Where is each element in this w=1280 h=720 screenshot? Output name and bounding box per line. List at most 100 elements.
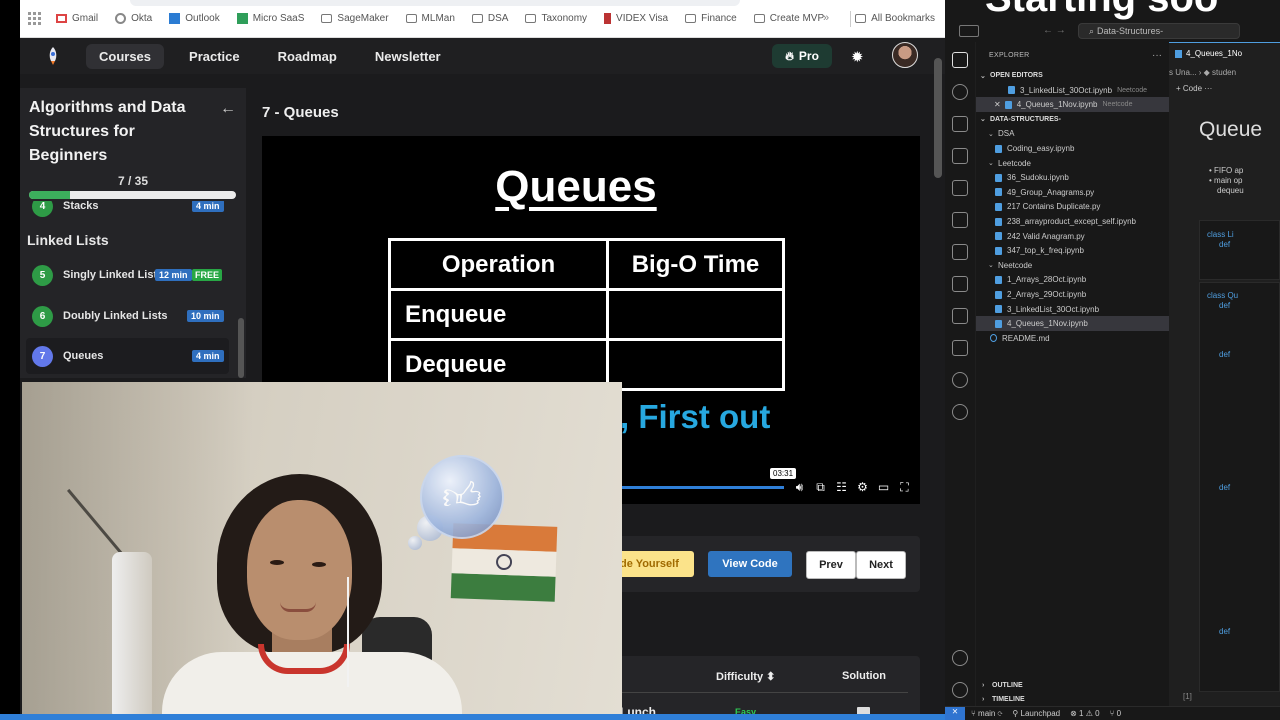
file-tree-item[interactable]: Coding_easy.ipynb xyxy=(976,141,1169,156)
problems-status[interactable]: ⊗ 1 ⚠ 0 xyxy=(1070,709,1099,718)
folder-tree-item[interactable]: ⌄ Leetcode xyxy=(976,156,1169,171)
person-face xyxy=(247,500,352,640)
bookmark-dsa[interactable]: DSA xyxy=(471,13,508,24)
testing-icon[interactable] xyxy=(952,244,968,260)
captions-icon[interactable]: ⧉ xyxy=(814,480,827,495)
close-icon[interactable]: ✕ xyxy=(994,100,1001,109)
apps-icon[interactable] xyxy=(28,11,42,26)
smile xyxy=(280,602,316,612)
all-bookmarks-button[interactable]: All Bookmarks xyxy=(855,13,935,24)
more-actions-icon[interactable]: ··· xyxy=(1152,50,1162,61)
more-bookmarks-button[interactable]: » xyxy=(823,12,829,24)
pip-icon[interactable]: ▭ xyxy=(877,480,890,495)
file-tree-item[interactable]: README.md xyxy=(976,331,1169,346)
lesson-item[interactable]: 4 Stacks 4 min xyxy=(26,201,229,224)
transcript-icon[interactable]: ☷ xyxy=(835,480,848,495)
volume-icon[interactable]: 🔊︎ xyxy=(793,480,806,495)
video-progress-bar[interactable] xyxy=(620,486,784,489)
add-code-cell-button[interactable]: + Code ··· xyxy=(1176,84,1212,93)
file-tree-item[interactable]: 2_Arrays_29Oct.ipynb xyxy=(976,287,1169,302)
duration-badge: 12 min xyxy=(155,269,192,281)
rocket-logo-icon[interactable] xyxy=(42,45,64,67)
folder-icon xyxy=(471,14,483,23)
bookmark-mlman[interactable]: MLMan xyxy=(405,13,455,24)
git-graph-icon[interactable] xyxy=(952,372,968,388)
lesson-item[interactable]: 6 Doubly Linked Lists 10 min xyxy=(26,298,229,334)
bookmark-taxonomy[interactable]: Taxonomy xyxy=(525,13,587,24)
folder-tree-item[interactable]: ⌄ DATA-STRUCTURES- xyxy=(976,112,1169,127)
nav-courses[interactable]: Courses xyxy=(86,43,165,69)
bookmark-outlook[interactable]: Outlook xyxy=(169,13,220,24)
bookmark-sagemaker[interactable]: SageMaker xyxy=(321,13,389,24)
folder-tree-item[interactable]: ⌄ Neetcode xyxy=(976,258,1169,273)
file-tree-item[interactable]: 238_arrayproduct_except_self.ipynb xyxy=(976,214,1169,229)
remote-explorer-icon[interactable] xyxy=(952,212,968,228)
top-nav: Courses Practice Roadmap Newsletter 🔥︎ Pr… xyxy=(20,38,945,74)
gitlens-icon[interactable] xyxy=(952,404,968,420)
file-name: Coding_easy.ipynb xyxy=(1007,144,1075,153)
file-tree-item[interactable]: 3_LinkedList_30Oct.ipynb Neetcode xyxy=(976,83,1169,98)
avatar[interactable] xyxy=(892,42,918,68)
timeline-section[interactable]: › TIMELINE xyxy=(976,692,1169,707)
extensions-icon[interactable] xyxy=(952,180,968,196)
settings-icon[interactable]: ⚙ xyxy=(856,480,869,495)
code-cell[interactable] xyxy=(1199,220,1280,280)
command-search[interactable]: ⌕ Data-Structures- xyxy=(1078,23,1240,39)
view-code-button[interactable]: View Code xyxy=(708,551,792,577)
prev-button[interactable]: Prev xyxy=(806,551,856,579)
nav-roadmap[interactable]: Roadmap xyxy=(265,44,350,69)
docker-icon[interactable] xyxy=(952,276,968,292)
activity-bar xyxy=(945,42,975,706)
pro-button[interactable]: 🔥︎ Pro xyxy=(772,44,832,68)
run-debug-icon[interactable] xyxy=(952,148,968,164)
source-control-icon[interactable] xyxy=(952,116,968,132)
column-header-difficulty[interactable]: Difficulty ⬍ xyxy=(716,670,775,683)
branch-status[interactable]: ⑂ main ⟳ xyxy=(971,709,1002,718)
lesson-item[interactable]: 5 Singly Linked Lists 12 min FREE xyxy=(26,257,229,293)
nav-newsletter[interactable]: Newsletter xyxy=(362,44,454,69)
editor-tab[interactable]: 4_Queues_1No xyxy=(1169,42,1280,64)
file-tree-item[interactable]: 49_Group_Anagrams.py xyxy=(976,185,1169,200)
sidebar-scrollbar[interactable] xyxy=(238,318,244,378)
fullscreen-icon[interactable]: ⛶ xyxy=(898,480,911,495)
page-scrollbar[interactable] xyxy=(934,58,942,178)
chevron-down-icon: ⌄ xyxy=(988,130,994,138)
bookmark-videx-visa[interactable]: VIDEX Visa xyxy=(604,13,668,24)
file-tree-item[interactable]: ✕ 4_Queues_1Nov.ipynb Neetcode xyxy=(976,97,1169,113)
file-tree-item[interactable]: 347_top_k_freq.ipynb xyxy=(976,243,1169,258)
bookmark-gmail[interactable]: Gmail xyxy=(56,13,98,24)
breadcrumb[interactable]: s Una... › ◆ studen xyxy=(1169,68,1236,77)
bookmark-finance[interactable]: Finance xyxy=(685,13,737,24)
bookmark-micro-saas[interactable]: Micro SaaS xyxy=(236,13,304,24)
file-tree-item[interactable]: 1_Arrays_28Oct.ipynb xyxy=(976,272,1169,287)
file-tree-item[interactable]: 242 Valid Anagram.py xyxy=(976,229,1169,244)
folder-tree-item[interactable]: ⌄ OPEN EDITORS xyxy=(976,68,1169,83)
bookmark-create-mvp[interactable]: Create MVP xyxy=(753,13,824,24)
bookmark-okta[interactable]: Okta xyxy=(115,13,152,24)
file-name: 1_Arrays_28Oct.ipynb xyxy=(1007,275,1087,285)
file-tree-item[interactable]: 36_Sudoku.ipynb xyxy=(976,170,1169,185)
jupyter-icon[interactable] xyxy=(952,340,968,356)
lesson-item-current[interactable]: 7 Queues 4 min xyxy=(26,338,229,374)
code-cell[interactable] xyxy=(1199,282,1280,692)
theme-toggle-icon[interactable]: ✹ xyxy=(851,48,864,66)
account-icon[interactable] xyxy=(952,650,968,666)
ports-status[interactable]: ⑂ 0 xyxy=(1110,709,1121,718)
gear-icon[interactable] xyxy=(952,682,968,698)
explorer-icon[interactable] xyxy=(952,52,968,68)
layout-icon[interactable] xyxy=(959,25,979,37)
next-button[interactable]: Next xyxy=(856,551,906,579)
file-tree-item[interactable]: 3_LinkedList_30Oct.ipynb xyxy=(976,302,1169,317)
nav-practice[interactable]: Practice xyxy=(176,44,253,69)
remote-indicator[interactable]: ⨯ xyxy=(945,706,965,720)
search-icon[interactable] xyxy=(952,84,968,100)
launchpad-status[interactable]: ⚲ Launchpad xyxy=(1012,709,1060,718)
outline-section[interactable]: › OUTLINE xyxy=(976,678,1169,693)
file-tree-item[interactable]: 4_Queues_1Nov.ipynb xyxy=(976,316,1169,332)
nav-arrows-icon[interactable]: ← → xyxy=(1043,25,1066,36)
folder-tree-item[interactable]: ⌄ DSA xyxy=(976,126,1169,141)
file-tree-item[interactable]: 217 Contains Duplicate.py xyxy=(976,199,1169,214)
aws-icon[interactable] xyxy=(952,308,968,324)
file-icon xyxy=(995,319,1002,328)
back-arrow-icon[interactable]: ← xyxy=(220,100,236,118)
